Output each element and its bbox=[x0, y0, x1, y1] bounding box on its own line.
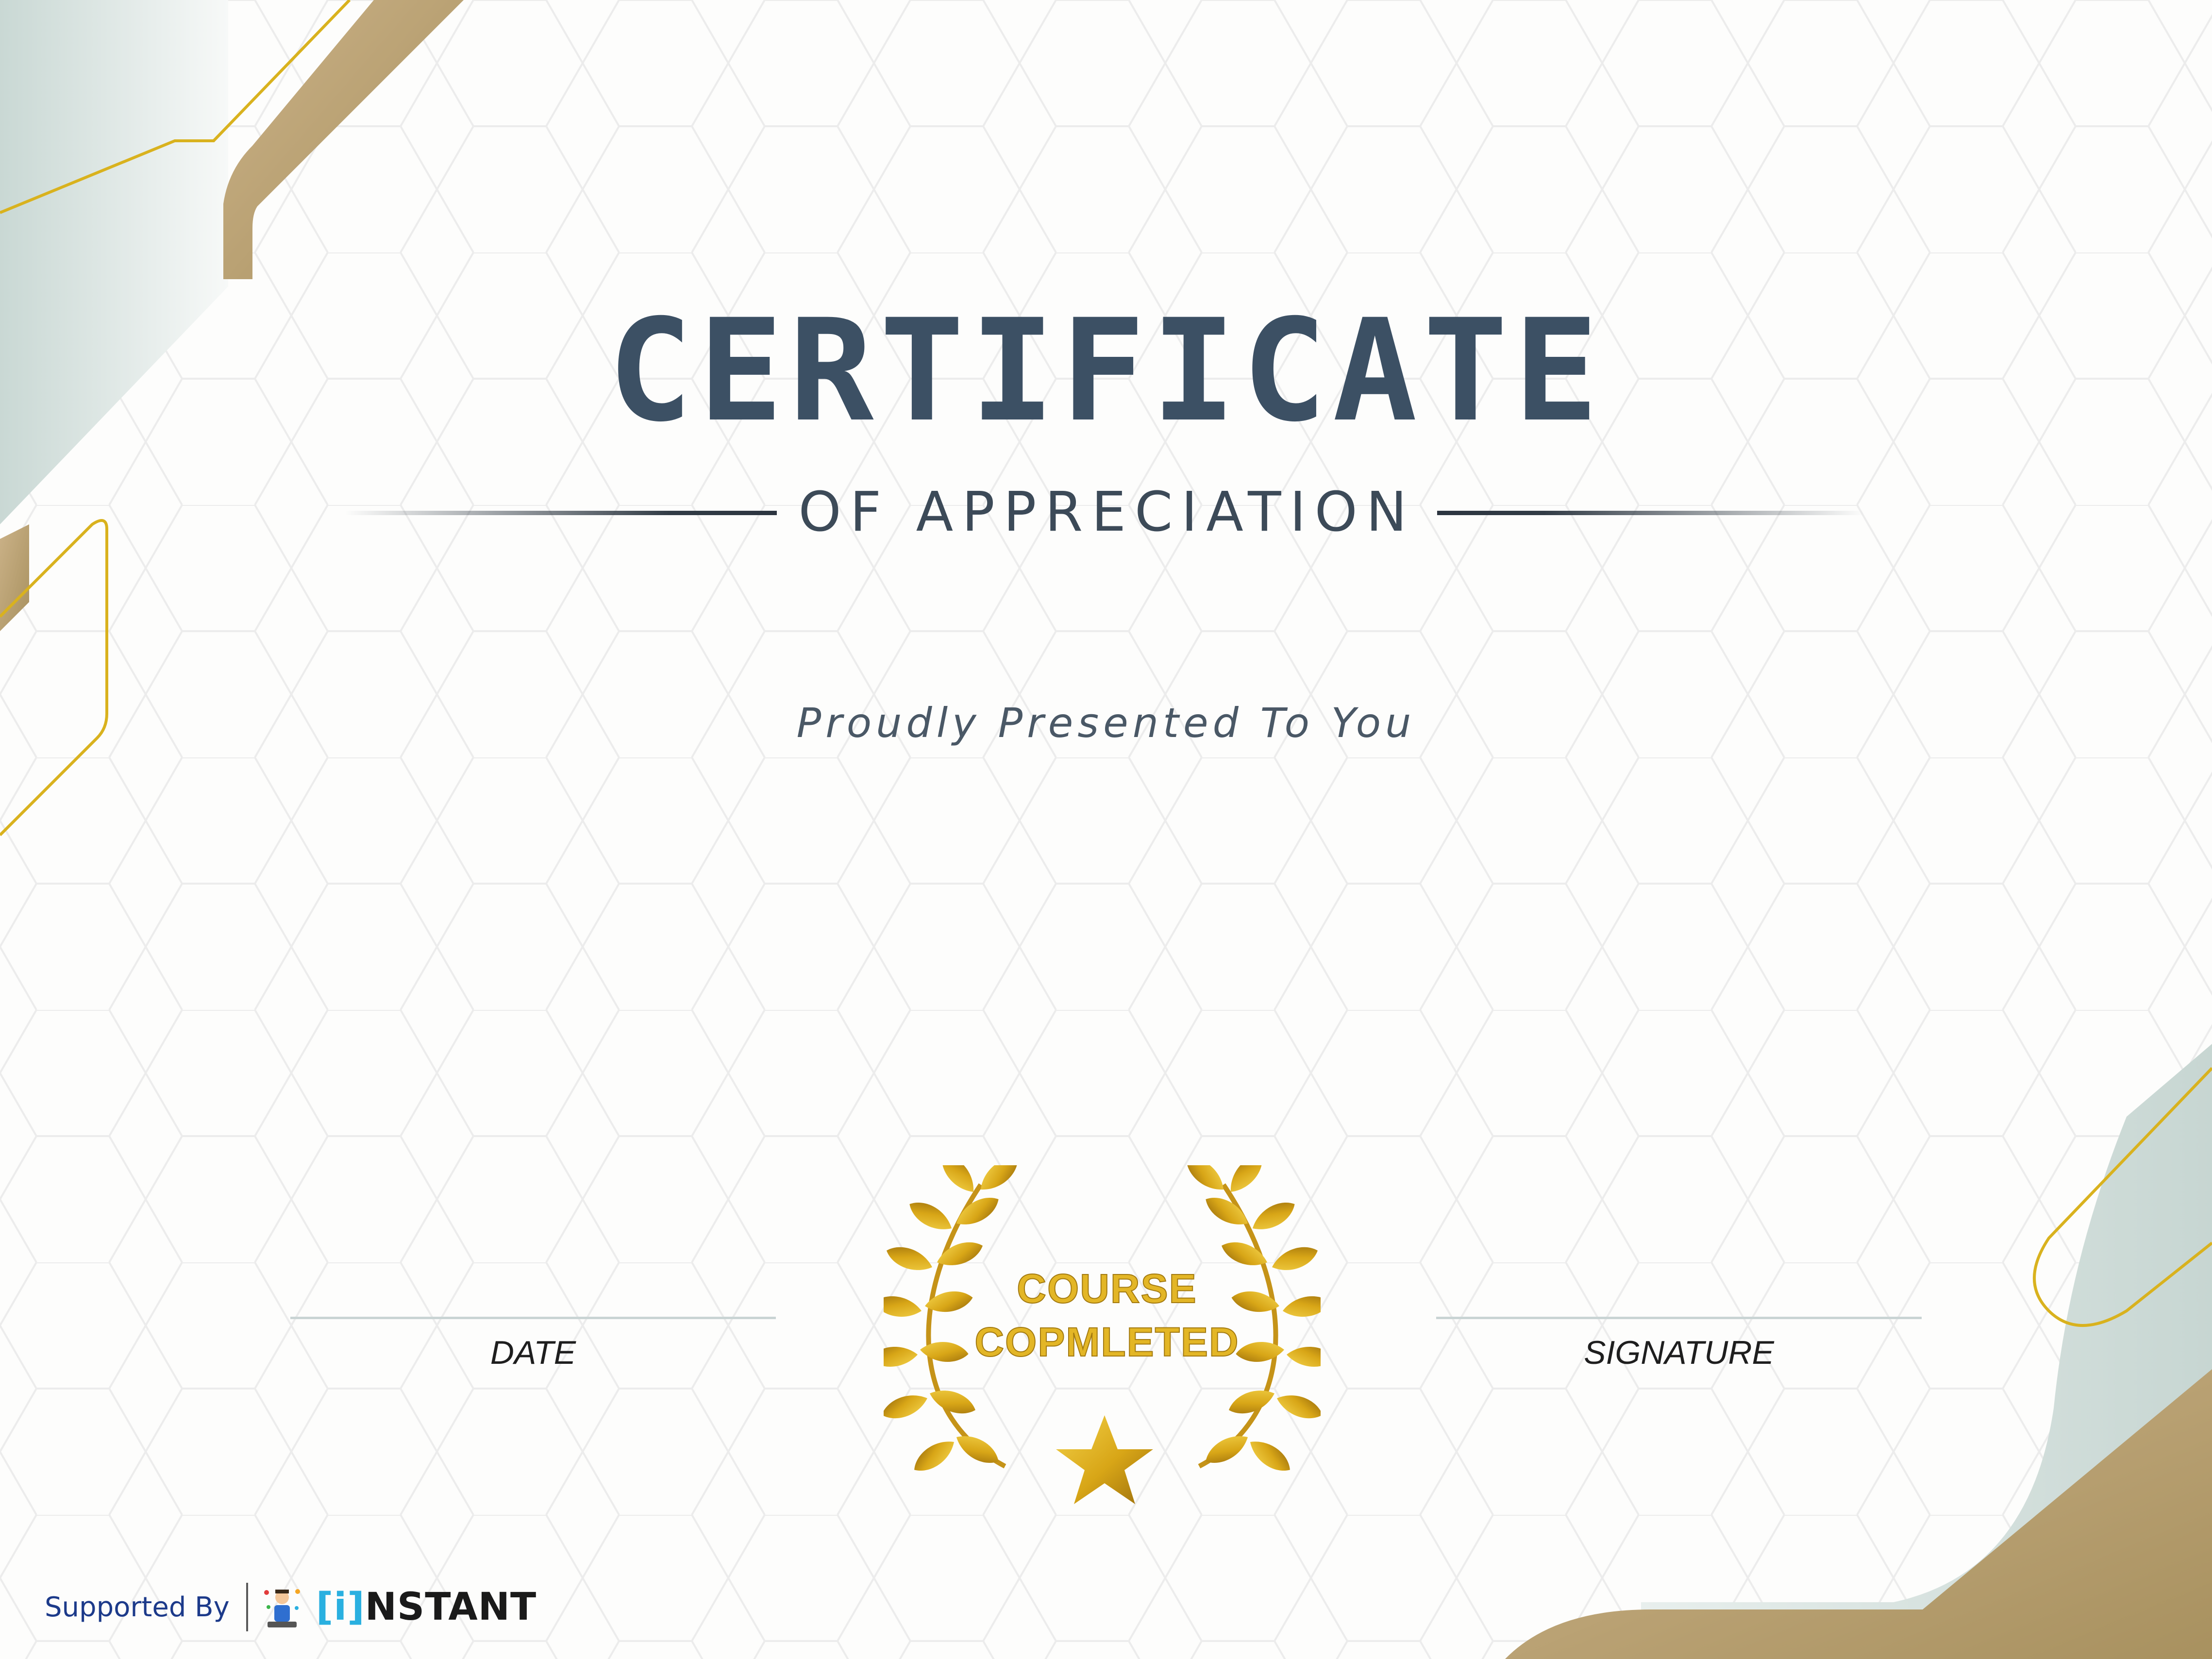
presented-line: Proudly Presented To You bbox=[796, 699, 1416, 747]
subtitle-row: OF APPRECIATION bbox=[0, 481, 2212, 549]
certificate-subtitle: OF APPRECIATION bbox=[798, 481, 1416, 544]
date-label: DATE bbox=[490, 1334, 576, 1371]
brand-name: NSTANT bbox=[365, 1585, 537, 1629]
signature-rule bbox=[1436, 1317, 1922, 1319]
date-rule bbox=[290, 1317, 776, 1319]
date-block: DATE bbox=[290, 1317, 776, 1372]
brand-logo-text: [i]NSTANT bbox=[316, 1585, 537, 1629]
mascot-logo-icon bbox=[264, 1589, 300, 1627]
badge-line-2: COPMLETED bbox=[974, 1319, 1240, 1365]
brand-bracket: [i] bbox=[316, 1585, 365, 1629]
certificate-title: CERTIFICATE bbox=[607, 289, 1605, 453]
supported-by-label: Supported By bbox=[45, 1591, 230, 1623]
subtitle-rule-left bbox=[345, 511, 777, 515]
badge-line-1: COURSE bbox=[1016, 1266, 1197, 1311]
star-icon bbox=[1056, 1415, 1153, 1504]
subtitle-rule-right bbox=[1437, 511, 1864, 515]
signature-label: SIGNATURE bbox=[1584, 1334, 1774, 1371]
signature-block: SIGNATURE bbox=[1436, 1317, 1922, 1372]
supported-by-footer: Supported By [i]NSTANT bbox=[45, 1580, 536, 1634]
footer-divider bbox=[246, 1583, 248, 1631]
